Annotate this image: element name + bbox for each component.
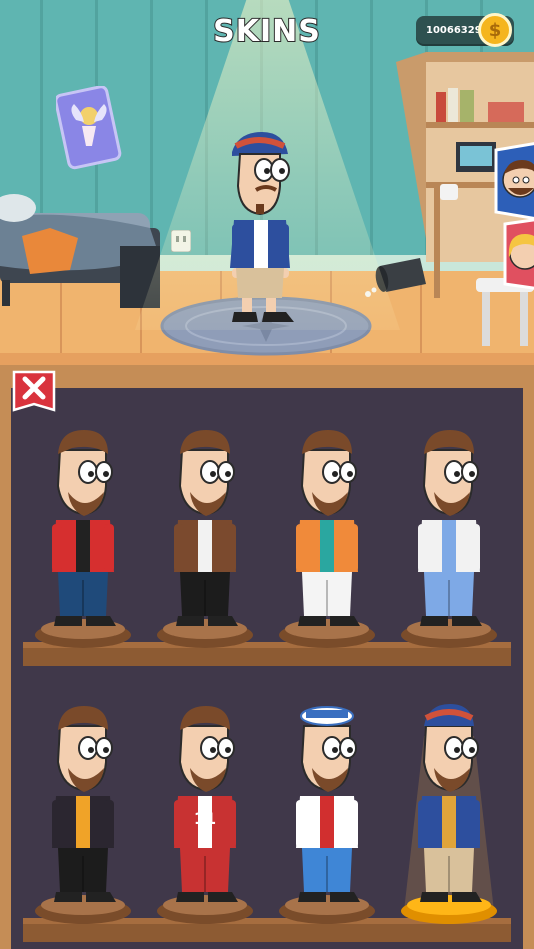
dollar-coin-icon: $ — [478, 13, 512, 47]
current-character-preview — [230, 132, 294, 322]
female-character-tab[interactable] — [497, 218, 534, 290]
fairy-poster — [56, 86, 122, 170]
skin-slot-scarf-blazer[interactable] — [28, 696, 138, 926]
skin-slot-overalls[interactable] — [394, 420, 504, 650]
svg-text:11: 11 — [194, 809, 216, 828]
skin-slot-basketball-11[interactable]: 11 — [150, 696, 260, 926]
skin-slot-bandana-streetwear[interactable] — [394, 696, 504, 926]
room-scene: SKINS 100663296 $ — [0, 0, 534, 365]
male-character-tab[interactable] — [484, 142, 534, 220]
close-button[interactable] — [12, 370, 56, 414]
skin-slot-sailor[interactable] — [272, 696, 382, 926]
skin-slot-lumberjack[interactable] — [28, 420, 138, 650]
bed — [0, 194, 160, 308]
skin-slot-vest-gentleman[interactable] — [150, 420, 260, 650]
skin-slot-hawaiian[interactable] — [272, 420, 382, 650]
